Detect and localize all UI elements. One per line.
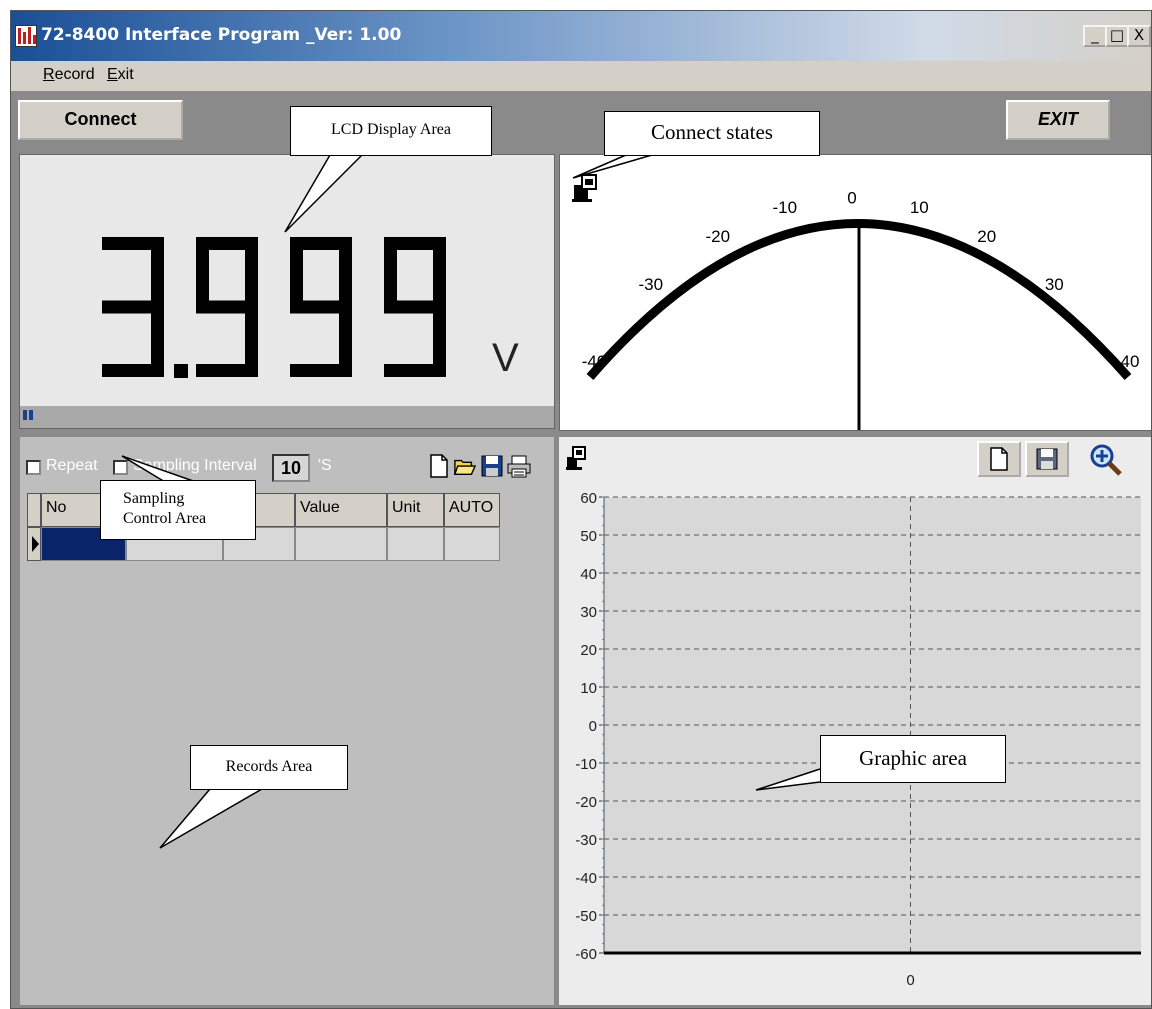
callout-lcd-display-area: LCD Display Area (290, 106, 492, 156)
connect-callout-pointer (572, 154, 653, 179)
callout-graphic-area: Graphic area (820, 735, 1006, 783)
callout-records-area: Records Area (190, 745, 348, 790)
sampling-callout-pointer (121, 455, 197, 483)
lcd-callout-pointer (284, 154, 363, 233)
graphic-callout-pointer (755, 768, 821, 791)
callout-connect-states: Connect states (604, 111, 820, 156)
callout-sampling-control-area: Sampling Control Area (100, 480, 256, 540)
records-callout-pointer (159, 788, 263, 849)
